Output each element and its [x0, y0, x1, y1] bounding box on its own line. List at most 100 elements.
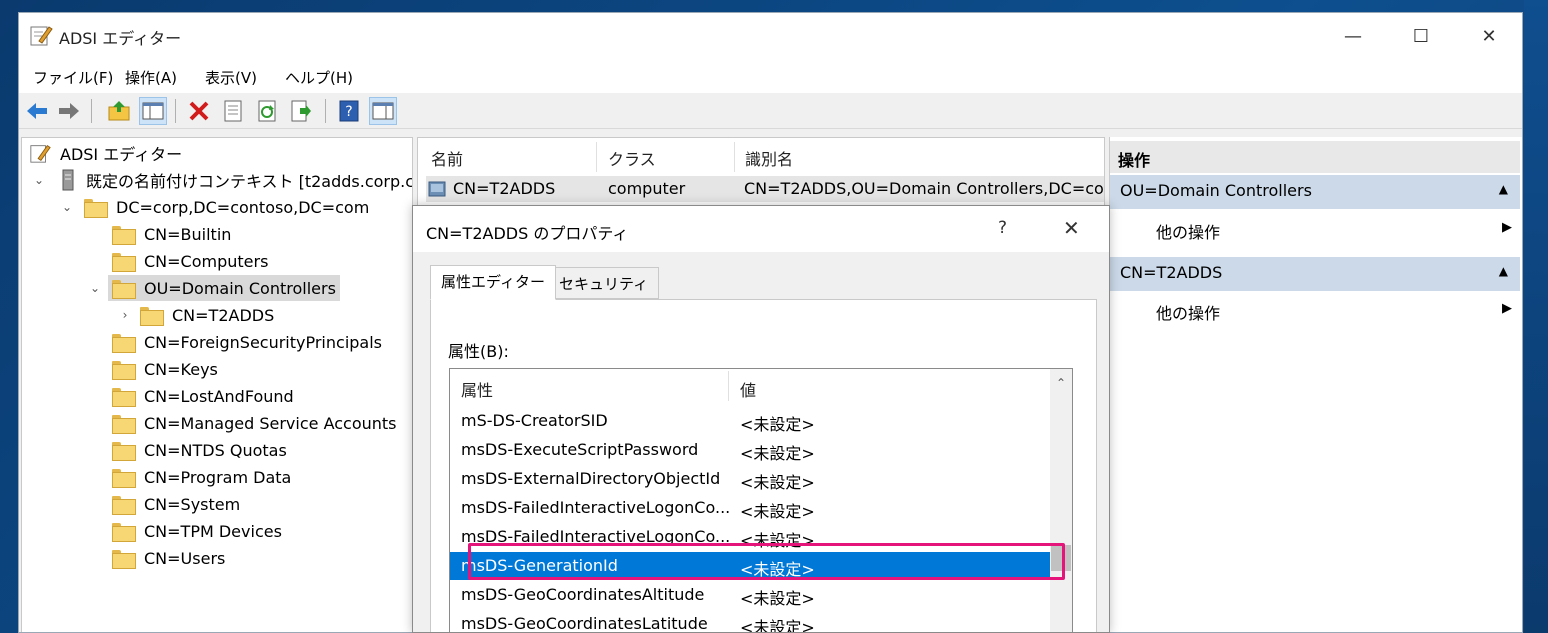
attribute-row[interactable]: msDS-GeoCoordinatesAltitude <未設定>: [450, 581, 1050, 609]
title-bar: ADSI エディター — ☐ ✕: [19, 13, 1522, 59]
action-pane-title: 操作: [1110, 141, 1520, 173]
attribute-row[interactable]: msDS-ExternalDirectoryObjectId <未設定>: [450, 465, 1050, 493]
attribute-list-scrollbar[interactable]: ⌃: [1050, 369, 1072, 632]
maximize-button[interactable]: ☐: [1387, 13, 1455, 59]
tree-item-domain-controllers[interactable]: OU=Domain Controllers: [108, 275, 340, 301]
list-row-t2adds[interactable]: CN=T2ADDS computer CN=T2ADDS,OU=Domain C…: [426, 176, 1105, 202]
tree-item-naming-context[interactable]: 既定の名前付けコンテキスト [t2adds.corp.cor: [60, 167, 412, 193]
action-more-actions-1[interactable]: 他の操作 ▶: [1156, 219, 1512, 243]
column-divider[interactable]: [596, 142, 597, 172]
attribute-list: 属性 値 mS-DS-CreatorSID <未設定> msDS-Execute…: [449, 368, 1073, 632]
attribute-row-selected[interactable]: msDS-GenerationId <未設定>: [450, 552, 1050, 580]
list-cell-dn: CN=T2ADDS,OU=Domain Controllers,DC=corp: [744, 179, 1105, 198]
back-arrow-icon[interactable]: [23, 97, 51, 125]
scroll-up-icon[interactable]: ⌃: [1050, 373, 1072, 393]
desktop-background: [1524, 0, 1548, 633]
export-list-icon[interactable]: [287, 97, 315, 125]
submenu-arrow-icon: ▶: [1502, 220, 1512, 235]
tree-item-label: CN=Program Data: [144, 467, 292, 487]
column-divider[interactable]: [734, 142, 735, 172]
action-more-actions-2[interactable]: 他の操作 ▶: [1156, 300, 1512, 324]
attribute-name: msDS-ExecuteScriptPassword: [461, 440, 699, 459]
tree-item-computers[interactable]: CN=Computers: [112, 248, 268, 274]
folder-icon: [112, 495, 136, 515]
tree-item-domain[interactable]: DC=corp,DC=contoso,DC=com: [84, 194, 369, 220]
tree-item-label: CN=NTDS Quotas: [144, 440, 287, 460]
attribute-row[interactable]: msDS-FailedInteractiveLogonCo... <未設定>: [450, 523, 1050, 551]
refresh-icon[interactable]: [253, 97, 281, 125]
tree-item-label: CN=Users: [144, 548, 226, 568]
column-header-attribute[interactable]: 属性: [461, 377, 493, 401]
minimize-button[interactable]: —: [1319, 13, 1387, 59]
action-section-t2adds[interactable]: CN=T2ADDS ▲: [1110, 257, 1520, 291]
list-header: 名前 クラス 識別名: [418, 138, 1104, 174]
tree-item-builtin[interactable]: CN=Builtin: [112, 221, 231, 247]
column-header-name[interactable]: 名前: [431, 146, 463, 170]
attribute-name: mS-DS-CreatorSID: [461, 411, 608, 430]
tree-item-system[interactable]: CN=System: [112, 491, 240, 517]
delete-icon[interactable]: [185, 97, 213, 125]
folder-icon: [112, 333, 136, 353]
show-hide-action-pane-icon[interactable]: [369, 97, 397, 125]
tree-item-tpm-devices[interactable]: CN=TPM Devices: [112, 518, 282, 544]
tree-item-ntds-quotas[interactable]: CN=NTDS Quotas: [112, 437, 287, 463]
close-button[interactable]: ✕: [1455, 13, 1522, 59]
list-cell-name: CN=T2ADDS: [453, 179, 556, 198]
tree-item-foreign-security-principals[interactable]: CN=ForeignSecurityPrincipals: [112, 329, 382, 355]
menu-action[interactable]: 操作(A): [125, 67, 177, 88]
up-folder-icon[interactable]: [105, 97, 133, 125]
chevron-right-icon[interactable]: ›: [118, 302, 132, 328]
attribute-row[interactable]: msDS-ExecuteScriptPassword <未設定>: [450, 436, 1050, 464]
folder-icon: [112, 225, 136, 245]
menu-help[interactable]: ヘルプ(H): [285, 67, 353, 88]
chevron-down-icon[interactable]: ⌄: [32, 167, 46, 193]
chevron-down-icon[interactable]: ⌄: [88, 275, 102, 301]
column-header-class[interactable]: クラス: [608, 146, 656, 170]
svg-text:?: ?: [345, 104, 352, 120]
submenu-arrow-icon: ▶: [1502, 301, 1512, 316]
properties-icon[interactable]: [219, 97, 247, 125]
tree-item-managed-service-accounts[interactable]: CN=Managed Service Accounts: [112, 410, 397, 436]
adsi-editor-icon: [30, 145, 51, 163]
tree-item-keys[interactable]: CN=Keys: [112, 356, 218, 382]
tree-item-t2adds[interactable]: CN=T2ADDS: [140, 302, 274, 328]
column-header-dn[interactable]: 識別名: [745, 146, 793, 170]
column-header-value[interactable]: 値: [740, 377, 756, 401]
attribute-row[interactable]: msDS-GeoCoordinatesLatitude <未設定>: [450, 610, 1050, 632]
folder-icon: [112, 468, 136, 488]
action-item-label: 他の操作: [1156, 304, 1221, 323]
folder-icon: [112, 252, 136, 272]
forward-arrow-icon[interactable]: [55, 97, 83, 125]
folder-icon: [140, 306, 164, 326]
tree-root[interactable]: ADSI エディター: [28, 140, 182, 166]
scrollbar-thumb[interactable]: [1051, 545, 1071, 571]
tab-security[interactable]: セキュリティ: [548, 267, 660, 299]
attribute-row[interactable]: msDS-FailedInteractiveLogonCo... <未設定>: [450, 494, 1050, 522]
dialog-help-button[interactable]: ?: [998, 218, 1007, 238]
tree-item-users[interactable]: CN=Users: [112, 545, 225, 571]
action-section-domain-controllers[interactable]: OU=Domain Controllers ▲: [1110, 175, 1520, 209]
tree-item-program-data[interactable]: CN=Program Data: [112, 464, 291, 490]
collapse-up-icon[interactable]: ▲: [1499, 182, 1508, 196]
collapse-up-icon[interactable]: ▲: [1499, 264, 1508, 278]
dialog-title-bar: CN=T2ADDS のプロパティ ? ✕: [413, 206, 1109, 252]
tree-root-label: ADSI エディター: [60, 145, 183, 164]
column-divider[interactable]: [728, 371, 729, 401]
attribute-name: msDS-FailedInteractiveLogonCo...: [461, 498, 731, 517]
tab-attribute-editor[interactable]: 属性エディター: [430, 265, 556, 300]
show-hide-tree-icon[interactable]: [139, 97, 167, 125]
help-icon[interactable]: ?: [335, 97, 363, 125]
server-icon: [62, 169, 74, 191]
folder-icon: [112, 414, 136, 434]
menu-bar: ファイル(F) 操作(A) 表示(V) ヘルプ(H): [19, 59, 1522, 93]
attribute-row[interactable]: mS-DS-CreatorSID <未設定>: [450, 407, 1050, 435]
dialog-close-button[interactable]: ✕: [1063, 216, 1080, 240]
tree-item-label: CN=Computers: [144, 251, 269, 271]
menu-view[interactable]: 表示(V): [205, 67, 257, 88]
chevron-down-icon[interactable]: ⌄: [60, 194, 74, 220]
tree-item-lost-and-found[interactable]: CN=LostAndFound: [112, 383, 294, 409]
menu-file[interactable]: ファイル(F): [33, 67, 113, 88]
folder-icon: [112, 441, 136, 461]
tree-pane: ADSI エディター ⌄ 既定の名前付けコンテキスト [t2adds.corp.…: [21, 137, 413, 632]
tree-item-label: CN=Keys: [144, 359, 218, 379]
